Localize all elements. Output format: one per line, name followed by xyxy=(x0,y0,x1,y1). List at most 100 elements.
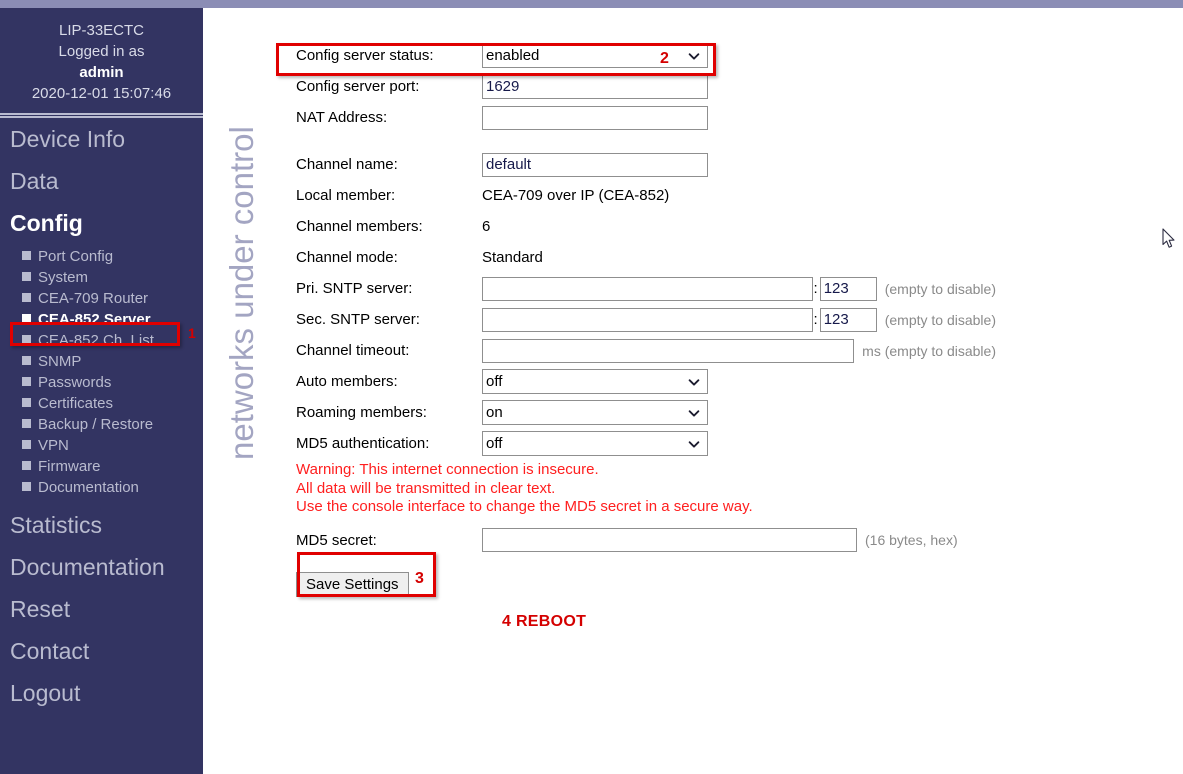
brand-tagline: networks under control xyxy=(213,28,267,468)
row-md5-authentication: MD5 authentication: off xyxy=(296,428,996,459)
form-spacer xyxy=(296,517,996,525)
label-local-member: Local member: xyxy=(296,187,396,204)
device-name: LIP-33ECTC xyxy=(58,22,145,39)
bullet-icon xyxy=(22,292,31,302)
config-submenu: Port Config System CEA-709 Router CEA-85… xyxy=(0,244,203,504)
row-auto-members: Auto members: off xyxy=(296,366,996,397)
label-config-server-port: Config server port: xyxy=(296,78,420,95)
form-spacer xyxy=(296,133,996,149)
bullet-icon xyxy=(22,313,31,323)
label-channel-name: Channel name: xyxy=(296,156,398,173)
auto-members-select[interactable]: off xyxy=(482,369,708,394)
md5-secret-input[interactable] xyxy=(482,528,857,552)
sidebar-item-port-config[interactable]: Port Config xyxy=(0,246,203,267)
sidebar-item-passwords[interactable]: Passwords xyxy=(0,372,203,393)
channel-timeout-input[interactable] xyxy=(482,338,855,363)
sidebar: LIP-33ECTC Logged in as admin 2020-12-01… xyxy=(0,8,203,774)
pri-sntp-hint: (empty to disable) xyxy=(884,280,996,297)
sidebar-item-cea-852-ch-list[interactable]: CEA-852 Ch. List xyxy=(0,330,203,351)
local-member-value: CEA-709 over IP (CEA-852) xyxy=(482,187,670,204)
roaming-members-value: on xyxy=(486,404,503,421)
row-sec-sntp-server: Sec. SNTP server: : (empty to disable) xyxy=(296,304,996,335)
auto-members-value: off xyxy=(486,373,503,390)
sidebar-item-label: CEA-852 Server xyxy=(38,310,151,328)
label-channel-mode: Channel mode: xyxy=(296,249,398,266)
sidebar-item-documentation-sub[interactable]: Documentation xyxy=(0,477,203,498)
bullet-icon xyxy=(22,460,31,470)
sidebar-item-label: System xyxy=(38,268,89,286)
bullet-icon xyxy=(22,334,31,344)
sidebar-item-device-info[interactable]: Device Info xyxy=(0,118,203,160)
channel-name-input[interactable] xyxy=(482,152,708,177)
warning-line-3: Use the console interface to change the … xyxy=(296,498,753,515)
sidebar-item-statistics[interactable]: Statistics xyxy=(0,504,203,546)
label-config-server-status: Config server status: xyxy=(296,47,434,64)
sidebar-item-data[interactable]: Data xyxy=(0,160,203,202)
chevron-down-icon xyxy=(688,409,700,417)
sec-sntp-port-input[interactable] xyxy=(819,307,877,332)
row-channel-timeout: Channel timeout: ms (empty to disable) xyxy=(296,335,996,366)
sidebar-item-backup-restore[interactable]: Backup / Restore xyxy=(0,414,203,435)
session-timestamp: 2020-12-01 15:07:46 xyxy=(31,85,172,102)
annotation-step-1: 1 xyxy=(188,325,196,341)
label-md5-authentication: MD5 authentication: xyxy=(296,435,430,452)
row-md5-secret: MD5 secret: (16 bytes, hex) xyxy=(296,525,996,556)
channel-mode-value: Standard xyxy=(482,249,543,266)
annotation-step-4-reboot: 4 REBOOT xyxy=(502,613,587,630)
warning-line-1: Warning: This internet connection is ins… xyxy=(296,461,599,478)
md5-authentication-value: off xyxy=(486,435,503,452)
security-warning: Warning: This internet connection is ins… xyxy=(296,461,996,517)
sidebar-item-label: Documentation xyxy=(38,478,139,496)
sidebar-item-label: Firmware xyxy=(38,457,101,475)
sidebar-item-firmware[interactable]: Firmware xyxy=(0,456,203,477)
chevron-down-icon xyxy=(688,440,700,448)
bullet-icon xyxy=(22,376,31,386)
row-config-server-status: Config server status: enabled xyxy=(296,40,996,71)
sidebar-item-documentation[interactable]: Documentation xyxy=(0,546,203,588)
bullet-icon xyxy=(22,481,31,491)
sidebar-item-label: Backup / Restore xyxy=(38,415,154,433)
row-channel-members: Channel members: 6 xyxy=(296,211,996,242)
logged-in-label: Logged in as xyxy=(58,43,145,60)
label-nat-address: NAT Address: xyxy=(296,109,388,126)
sidebar-item-contact[interactable]: Contact xyxy=(0,630,203,672)
warning-line-2: All data will be transmitted in clear te… xyxy=(296,479,556,497)
sidebar-item-cea-852-server[interactable]: CEA-852 Server xyxy=(0,309,203,330)
pri-sntp-host-input[interactable] xyxy=(482,276,813,301)
nat-address-input[interactable] xyxy=(482,105,708,130)
sec-sntp-separator: : xyxy=(813,311,818,328)
sidebar-item-config[interactable]: Config xyxy=(0,202,203,244)
label-channel-timeout: Channel timeout: xyxy=(296,342,410,359)
roaming-members-select[interactable]: on xyxy=(482,400,708,425)
login-info-block: LIP-33ECTC Logged in as admin 2020-12-01… xyxy=(0,8,203,104)
label-pri-sntp-server: Pri. SNTP server: xyxy=(296,280,413,297)
sidebar-item-system[interactable]: System xyxy=(0,267,203,288)
top-accent-bar xyxy=(0,0,1183,8)
sidebar-item-label: SNMP xyxy=(38,352,82,370)
sidebar-item-reset[interactable]: Reset xyxy=(0,588,203,630)
label-sec-sntp-server: Sec. SNTP server: xyxy=(296,311,420,328)
config-server-port-input[interactable] xyxy=(482,74,708,99)
md5-authentication-select[interactable]: off xyxy=(482,431,708,456)
channel-members-value: 6 xyxy=(482,218,491,235)
save-settings-button[interactable]: Save Settings xyxy=(296,571,409,597)
sec-sntp-host-input[interactable] xyxy=(482,307,813,332)
sidebar-item-vpn[interactable]: VPN xyxy=(0,435,203,456)
form-spacer xyxy=(296,556,996,572)
bullet-icon xyxy=(22,355,31,365)
brand-tagline-text: networks under control xyxy=(223,126,260,460)
sidebar-item-certificates[interactable]: Certificates xyxy=(0,393,203,414)
sidebar-item-snmp[interactable]: SNMP xyxy=(0,351,203,372)
chevron-down-icon xyxy=(688,378,700,386)
sidebar-item-cea-709-router[interactable]: CEA-709 Router xyxy=(0,288,203,309)
sec-sntp-hint: (empty to disable) xyxy=(884,311,996,328)
sidebar-item-logout[interactable]: Logout xyxy=(0,672,203,714)
pri-sntp-port-input[interactable] xyxy=(819,276,877,301)
bullet-icon xyxy=(22,271,31,281)
sidebar-item-label: Certificates xyxy=(38,394,114,412)
bullet-icon xyxy=(22,397,31,407)
label-md5-secret: MD5 secret: xyxy=(296,531,377,549)
cea-852-server-form: Config server status: enabled Config ser… xyxy=(296,40,996,597)
config-server-status-select[interactable]: enabled xyxy=(482,43,708,68)
bullet-icon xyxy=(22,250,31,260)
